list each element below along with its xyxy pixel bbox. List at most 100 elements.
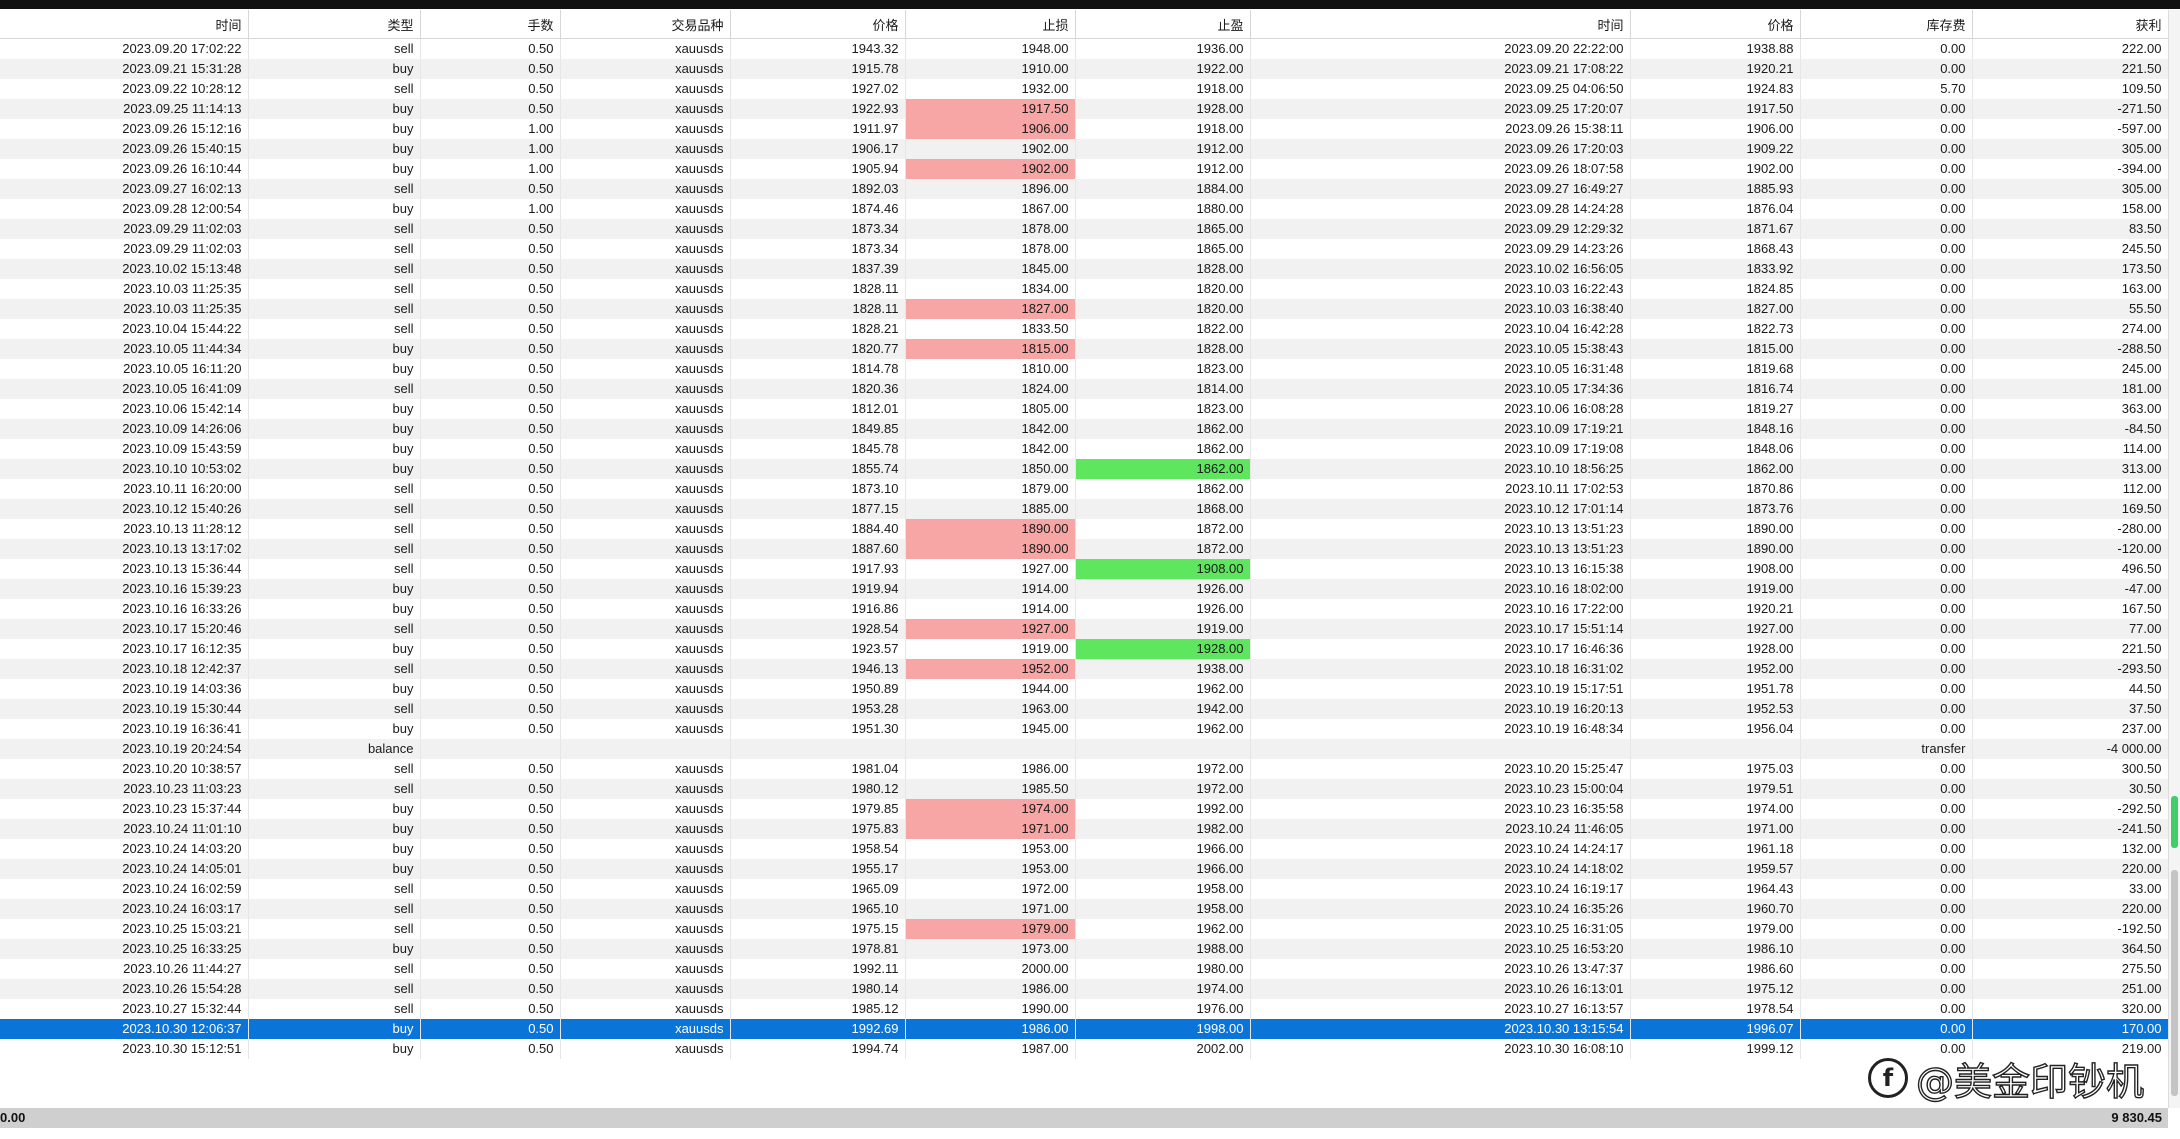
cell-close-time: 2023.09.28 14:24:28 <box>1250 199 1631 219</box>
column-header-close-time[interactable]: 时间 <box>1250 10 1631 39</box>
table-row[interactable]: 2023.10.13 11:28:12 sell 0.50 xauusds 1884.4… <box>0 519 2168 539</box>
table-row[interactable]: 2023.10.25 16:33:25 buy 0.50 xauusds 1978.81… <box>0 939 2168 959</box>
table-row[interactable]: 2023.10.19 20:24:54 balance transfer -4 000… <box>0 739 2168 759</box>
cell-profit: 237.00 <box>1972 719 2168 739</box>
table-row[interactable]: 2023.10.30 15:12:51 buy 0.50 xauusds 1994.74… <box>0 1039 2168 1059</box>
totals-row: 0.00 9 830.45 <box>0 1108 2168 1128</box>
table-row[interactable]: 2023.10.19 16:36:41 buy 0.50 xauusds 1951.30… <box>0 719 2168 739</box>
table-row[interactable]: 2023.10.05 16:11:20 buy 0.50 xauusds 1814.78… <box>0 359 2168 379</box>
table-row[interactable]: 2023.09.26 15:40:15 buy 1.00 xauusds 1906.17… <box>0 139 2168 159</box>
table-row[interactable]: 2023.10.09 14:26:06 buy 0.50 xauusds 1849.85… <box>0 419 2168 439</box>
table-row[interactable]: 2023.10.03 11:25:35 sell 0.50 xauusds 1828.1… <box>0 299 2168 319</box>
cell-profit: 114.00 <box>1972 439 2168 459</box>
cell-take-profit: 1988.00 <box>1075 939 1251 959</box>
cell-close-price: 1833.92 <box>1630 259 1801 279</box>
table-row[interactable]: 2023.10.17 16:12:35 buy 0.50 xauusds 1923.57… <box>0 639 2168 659</box>
table-row[interactable]: 2023.09.29 11:02:03 sell 0.50 xauusds 1873.3… <box>0 239 2168 259</box>
table-row[interactable]: 2023.10.05 11:44:34 buy 0.50 xauusds 1820.77… <box>0 339 2168 359</box>
cell-open-time: 2023.10.30 12:06:37 <box>0 1019 249 1039</box>
scrollbar-thumb[interactable] <box>2171 870 2178 1096</box>
cell-open-price: 1965.10 <box>730 899 906 919</box>
table-row[interactable]: 2023.10.11 16:20:00 sell 0.50 xauusds 1873.1… <box>0 479 2168 499</box>
table-row[interactable]: 2023.10.24 16:02:59 sell 0.50 xauusds 1965.0… <box>0 879 2168 899</box>
cell-symbol: xauusds <box>560 139 731 159</box>
column-header-open-time[interactable]: 时间 <box>0 10 249 39</box>
table-row[interactable]: 2023.09.28 12:00:54 buy 1.00 xauusds 1874.46… <box>0 199 2168 219</box>
vertical-scrollbar[interactable] <box>2168 10 2180 1108</box>
table-row[interactable]: 2023.09.26 15:12:16 buy 1.00 xauusds 1911.97… <box>0 119 2168 139</box>
cell-swap: 0.00 <box>1800 959 1973 979</box>
table-row[interactable]: 2023.10.16 15:39:23 buy 0.50 xauusds 1919.94… <box>0 579 2168 599</box>
cell-profit: -288.50 <box>1972 339 2168 359</box>
table-row[interactable]: 2023.09.29 11:02:03 sell 0.50 xauusds 1873.3… <box>0 219 2168 239</box>
table-row[interactable]: 2023.10.23 11:03:23 sell 0.50 xauusds 1980.1… <box>0 779 2168 799</box>
cell-open-price: 1845.78 <box>730 439 906 459</box>
column-header-stop-loss[interactable]: 止损 <box>905 10 1076 39</box>
table-row[interactable]: 2023.10.19 15:30:44 sell 0.50 xauusds 1953.2… <box>0 699 2168 719</box>
table-row[interactable]: 2023.10.24 14:05:01 buy 0.50 xauusds 1955.17… <box>0 859 2168 879</box>
cell-take-profit: 1814.00 <box>1075 379 1251 399</box>
cell-profit: -120.00 <box>1972 539 2168 559</box>
cell-swap: 0.00 <box>1800 399 1973 419</box>
cell-open-price: 1994.74 <box>730 1039 906 1059</box>
cell-volume: 0.50 <box>420 239 561 259</box>
column-header-open-price[interactable]: 价格 <box>730 10 906 39</box>
cell-swap: 0.00 <box>1800 699 1973 719</box>
table-row[interactable]: 2023.10.03 11:25:35 sell 0.50 xauusds 1828.1… <box>0 279 2168 299</box>
trade-history-grid[interactable]: 时间 类型 手数 交易品种 价格 止损 止盈 时间 价格 库存费 获利 2023… <box>0 10 2168 1109</box>
column-header-type[interactable]: 类型 <box>248 10 421 39</box>
column-header-volume[interactable]: 手数 <box>420 10 561 39</box>
table-row[interactable]: 2023.10.09 15:43:59 buy 0.50 xauusds 1845.78… <box>0 439 2168 459</box>
cell-close-price: 1885.93 <box>1630 179 1801 199</box>
column-header-take-profit[interactable]: 止盈 <box>1075 10 1251 39</box>
table-row[interactable]: 2023.10.05 16:41:09 sell 0.50 xauusds 1820.3… <box>0 379 2168 399</box>
table-row[interactable]: 2023.10.02 15:13:48 sell 0.50 xauusds 1837.3… <box>0 259 2168 279</box>
table-row[interactable]: 2023.10.24 11:01:10 buy 0.50 xauusds 1975.83… <box>0 819 2168 839</box>
cell-stop-loss: 1824.00 <box>905 379 1076 399</box>
table-row[interactable]: 2023.10.24 16:03:17 sell 0.50 xauusds 1965.1… <box>0 899 2168 919</box>
table-row[interactable]: 2023.09.25 11:14:13 buy 0.50 xauusds 1922.93… <box>0 99 2168 119</box>
table-row[interactable]: 2023.10.16 16:33:26 buy 0.50 xauusds 1916.86… <box>0 599 2168 619</box>
cell-open-time: 2023.09.27 16:02:13 <box>0 179 249 199</box>
column-header-swap[interactable]: 库存费 <box>1800 10 1973 39</box>
table-row[interactable]: 2023.10.18 12:42:37 sell 0.50 xauusds 1946.1… <box>0 659 2168 679</box>
table-row[interactable]: 2023.10.20 10:38:57 sell 0.50 xauusds 1981.0… <box>0 759 2168 779</box>
table-row[interactable]: 2023.10.25 15:03:21 sell 0.50 xauusds 1975.1… <box>0 919 2168 939</box>
column-header-close-price[interactable]: 价格 <box>1630 10 1801 39</box>
cell-take-profit: 1992.00 <box>1075 799 1251 819</box>
cell-symbol: xauusds <box>560 919 731 939</box>
cell-stop-loss: 1833.50 <box>905 319 1076 339</box>
table-row[interactable]: 2023.10.23 15:37:44 buy 0.50 xauusds 1979.85… <box>0 799 2168 819</box>
table-row[interactable]: 2023.10.24 14:03:20 buy 0.50 xauusds 1958.54… <box>0 839 2168 859</box>
cell-open-time: 2023.10.16 16:33:26 <box>0 599 249 619</box>
cell-volume: 0.50 <box>420 799 561 819</box>
table-row[interactable]: 2023.10.12 15:40:26 sell 0.50 xauusds 1877.1… <box>0 499 2168 519</box>
table-row[interactable]: 2023.09.27 16:02:13 sell 0.50 xauusds 1892.0… <box>0 179 2168 199</box>
cell-profit: 220.00 <box>1972 859 2168 879</box>
cell-close-time: 2023.10.27 16:13:57 <box>1250 999 1631 1019</box>
table-row[interactable]: 2023.10.26 15:54:28 sell 0.50 xauusds 1980.1… <box>0 979 2168 999</box>
table-row[interactable]: 2023.10.06 15:42:14 buy 0.50 xauusds 1812.01… <box>0 399 2168 419</box>
table-row[interactable]: 2023.10.13 13:17:02 sell 0.50 xauusds 1887.6… <box>0 539 2168 559</box>
cell-open-time: 2023.09.20 17:02:22 <box>0 38 249 59</box>
cell-type: sell <box>248 659 421 679</box>
column-header-symbol[interactable]: 交易品种 <box>560 10 731 39</box>
table-row[interactable]: 2023.09.26 16:10:44 buy 1.00 xauusds 1905.94… <box>0 159 2168 179</box>
table-row[interactable]: 2023.10.17 15:20:46 sell 0.50 xauusds 1928.5… <box>0 619 2168 639</box>
table-row[interactable]: 2023.10.13 15:36:44 sell 0.50 xauusds 1917.9… <box>0 559 2168 579</box>
table-row[interactable]: 2023.10.04 15:44:22 sell 0.50 xauusds 1828.2… <box>0 319 2168 339</box>
cell-close-price: 1919.00 <box>1630 579 1801 599</box>
column-header-profit[interactable]: 获利 <box>1972 10 2168 39</box>
cell-swap: 0.00 <box>1800 579 1973 599</box>
table-row[interactable]: 2023.10.10 10:53:02 buy 0.50 xauusds 1855.74… <box>0 459 2168 479</box>
table-row[interactable]: 2023.09.22 10:28:12 sell 0.50 xauusds 1927.0… <box>0 79 2168 99</box>
table-row[interactable]: 2023.10.27 15:32:44 sell 0.50 xauusds 1985.1… <box>0 999 2168 1019</box>
table-row[interactable]: 2023.10.19 14:03:36 buy 0.50 xauusds 1950.89… <box>0 679 2168 699</box>
table-row[interactable]: 2023.10.26 11:44:27 sell 0.50 xauusds 1992.1… <box>0 959 2168 979</box>
table-row[interactable]: 2023.09.21 15:31:28 buy 0.50 xauusds 1915.78… <box>0 59 2168 79</box>
table-row[interactable]: 2023.09.20 17:02:22 sell 0.50 xauusds 1943.3… <box>0 38 2168 59</box>
cell-type: buy <box>248 799 421 819</box>
cell-type: buy <box>248 939 421 959</box>
cell-swap: 0.00 <box>1800 259 1973 279</box>
table-row[interactable]: 2023.10.30 12:06:37 buy 0.50 xauusds 1992.69… <box>0 1019 2168 1039</box>
